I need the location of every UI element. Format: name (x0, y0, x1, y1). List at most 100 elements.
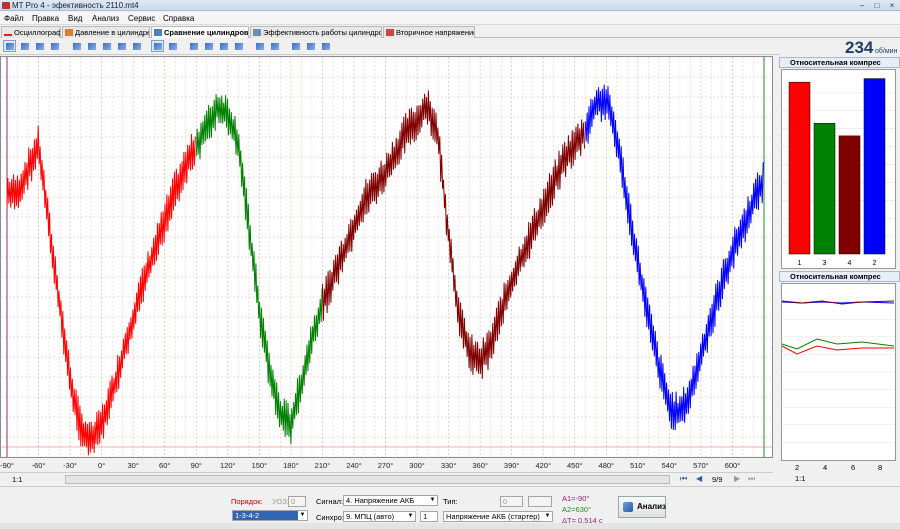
tool-zoom-button[interactable] (85, 40, 98, 52)
tool-settings-button[interactable] (319, 40, 332, 52)
tool-print-button[interactable] (304, 40, 317, 52)
bar-chart-canvas: 1 3 4 2 (782, 78, 895, 267)
status-bar (0, 523, 900, 529)
type-extra-input[interactable] (528, 496, 552, 507)
chevron-down-icon: ▼ (544, 513, 551, 519)
tool-cursor-c-button[interactable] (217, 40, 230, 52)
menu-help[interactable]: Справка (163, 14, 194, 23)
history-line (781, 345, 894, 355)
analyze-icon (623, 502, 633, 512)
tool-cursor-d-button[interactable] (232, 40, 245, 52)
tab-bar: Осциллограф Давление в цилиндре Сравнени… (0, 25, 900, 39)
signal-select[interactable]: 4. Напряжение АКБ ▼ (343, 495, 438, 506)
side-panel: Относительная компрес 1 3 4 2 Относительная… (779, 55, 900, 485)
x-tick-label: 390° (503, 461, 520, 470)
x-tick-label: 0° (98, 461, 106, 470)
chevron-down-icon: ▼ (429, 497, 436, 503)
menu-analysis[interactable]: Анализ (92, 14, 119, 23)
tool-fit-width-button[interactable] (70, 40, 83, 52)
x-tick-label: 270° (377, 461, 394, 470)
cursor-a2-readout: A2=630° (562, 505, 592, 514)
sync-select[interactable]: 9. МПЦ (авто) ▼ (343, 511, 416, 522)
tool-marker-2-button[interactable] (268, 40, 281, 52)
cylinder-comparison-plot[interactable] (0, 56, 773, 458)
order-select[interactable]: 1-3-4-2 ▼ (232, 510, 308, 521)
zoom-label[interactable]: 1:1 (12, 475, 22, 484)
x-tick-label: 210° (314, 461, 331, 470)
minimize-button[interactable]: – (857, 1, 867, 10)
tool-list-button[interactable] (130, 40, 143, 52)
tool-export-button[interactable] (289, 40, 302, 52)
uoz-input[interactable]: 0 (288, 496, 306, 507)
title-bar: MT Pro 4 - эфективность 2110.mt4 – □ × (0, 0, 900, 11)
bar-cyl-4 (838, 135, 861, 255)
x-tick-label: 600° (724, 461, 741, 470)
toolbar (0, 38, 780, 55)
bar-cyl-3 (813, 123, 836, 255)
bar-cyl-1 (788, 81, 811, 255)
x-tick-label: 180° (283, 461, 299, 470)
compression-line-chart (781, 283, 896, 461)
plot-scroll-row: 1:1 ⏮ ◀ 9/9 ▶ ⏭ (0, 472, 773, 485)
x-tick-label: 300° (409, 461, 425, 470)
sync-channel-input[interactable]: 1 (420, 511, 438, 522)
tool-cursor-button[interactable] (3, 40, 16, 52)
tool-channels-button[interactable] (48, 40, 61, 52)
window-title: MT Pro 4 - эфективность 2110.mt4 (12, 1, 139, 10)
line-panel-title: Относительная компрес (779, 271, 900, 282)
tool-axis-button[interactable] (33, 40, 46, 52)
tab-secondary-voltage[interactable]: Вторичное напряжение (383, 26, 475, 38)
line-x-tick: 2 (795, 463, 800, 472)
x-tick-label: -60° (31, 461, 46, 470)
close-button[interactable]: × (887, 1, 897, 10)
tool-marker-1-button[interactable] (253, 40, 266, 52)
line-chart-x-axis: 2 4 6 8 (781, 462, 896, 472)
maximize-button[interactable]: □ (872, 1, 882, 10)
x-tick-label: 570° (693, 461, 709, 470)
tool-overlay-button[interactable] (166, 40, 179, 52)
tool-markers-button[interactable] (100, 40, 113, 52)
compare-cylinders-icon (154, 29, 162, 36)
next-page-icon[interactable]: ▶ (734, 474, 740, 483)
order-label: Порядок: (231, 497, 263, 506)
x-tick-label: 330° (440, 461, 457, 470)
rpm-unit: об/мин (875, 48, 898, 55)
tab-oscilloscope[interactable]: Осциллограф (1, 26, 61, 38)
tool-cursor-a-button[interactable] (187, 40, 200, 52)
line-chart-canvas (781, 300, 895, 443)
secondary-voltage-icon (386, 29, 394, 36)
x-tick-label: -30° (63, 461, 77, 470)
tool-cursor-b-button[interactable] (202, 40, 215, 52)
x-tick-label: 150° (251, 461, 268, 470)
line-chart-scroll-row: 1:1 (781, 474, 896, 484)
menu-file[interactable]: Файл (4, 14, 24, 23)
tab-efficiency[interactable]: Эффективность работы цилиндров (250, 26, 382, 38)
prev-page-icon[interactable]: ◀ (696, 474, 702, 483)
uoz-label: УОЗ: (272, 497, 289, 506)
tab-cylinder-pressure[interactable]: Давление в цилиндре (62, 26, 150, 38)
last-page-icon[interactable]: ⏭ (748, 474, 755, 484)
compression-bar-chart: 1 3 4 2 (781, 69, 896, 269)
menu-edit[interactable]: Правка (32, 14, 59, 23)
cylinder-pressure-icon (65, 29, 73, 36)
type-label: Тип: (443, 497, 458, 506)
type-number-input[interactable]: 0 (500, 496, 523, 507)
tool-bar-view-button[interactable] (151, 40, 164, 52)
line-zoom-label[interactable]: 1:1 (795, 474, 805, 483)
bar-cyl-2 (863, 78, 886, 255)
bar-label: 2 (873, 260, 877, 267)
x-tick-label: 240° (346, 461, 362, 470)
tool-measure-button[interactable] (115, 40, 128, 52)
chevron-down-icon: ▼ (298, 511, 307, 520)
horizontal-scrollbar[interactable] (65, 475, 670, 484)
sync-label: Синхро: (316, 513, 344, 522)
type-select[interactable]: Напряжение АКБ (стартер) ▼ (443, 511, 553, 522)
x-tick-label: 450° (566, 461, 583, 470)
line-x-tick: 6 (851, 463, 856, 472)
tool-scale-button[interactable] (18, 40, 31, 52)
analyze-button[interactable]: Анализ (618, 496, 666, 518)
line-x-tick: 4 (823, 463, 828, 472)
menu-view[interactable]: Вид (68, 14, 82, 23)
menu-service[interactable]: Сервис (128, 14, 155, 23)
first-page-icon[interactable]: ⏮ (680, 474, 687, 484)
